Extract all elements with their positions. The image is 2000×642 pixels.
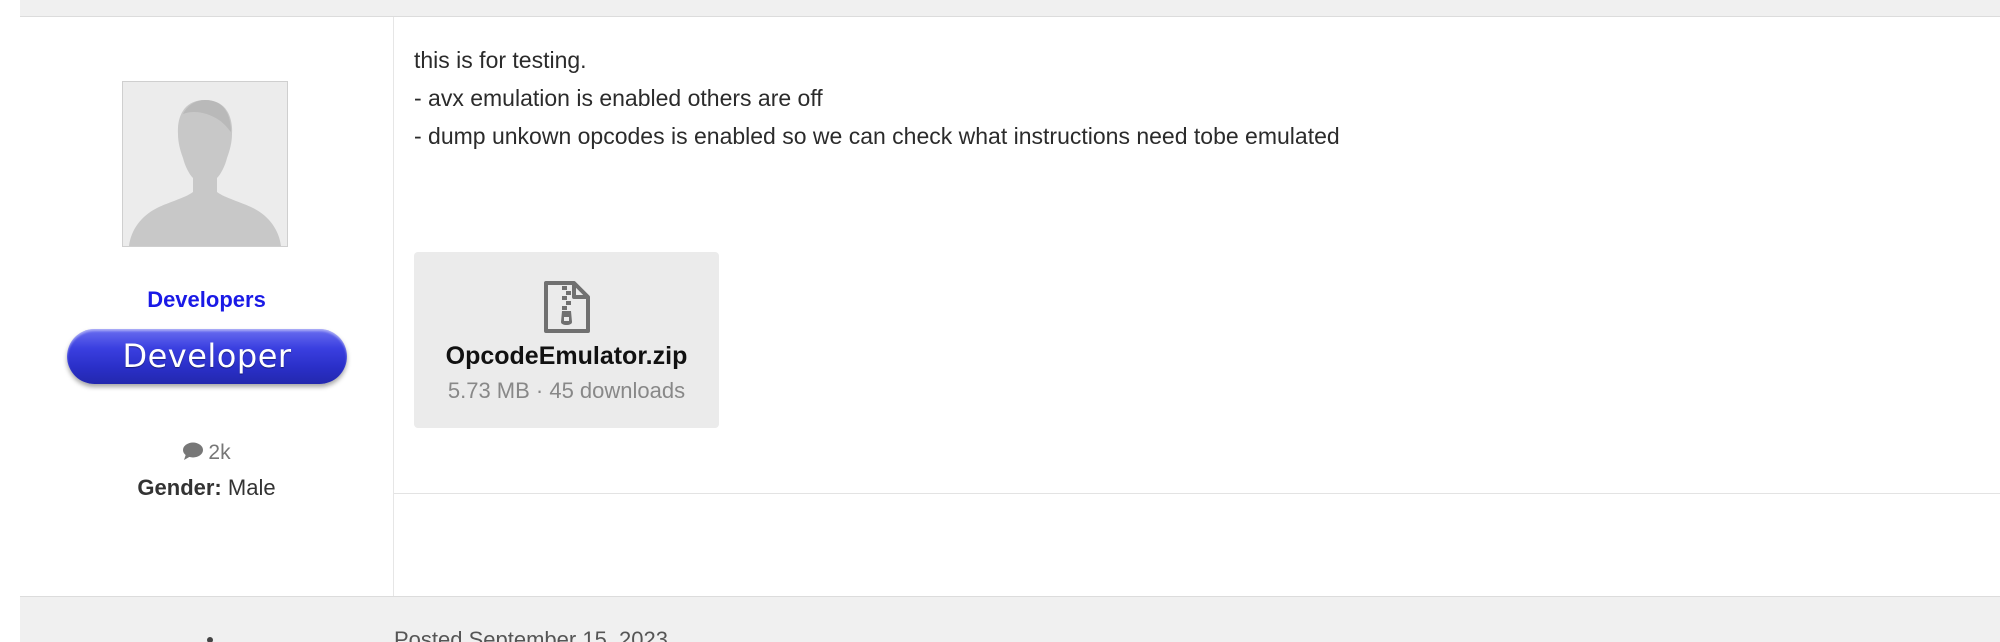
previous-post-footer bbox=[20, 0, 2000, 17]
post-divider bbox=[394, 493, 2000, 494]
gender-label: Gender: bbox=[137, 475, 222, 500]
gender-value: Male bbox=[227, 475, 276, 500]
default-avatar-icon bbox=[123, 82, 287, 246]
author-group-name[interactable]: Developers bbox=[20, 287, 393, 313]
post-body-line: - dump unkown opcodes is enabled so we c… bbox=[414, 123, 1340, 149]
post-body-line: this is for testing. bbox=[414, 47, 587, 73]
next-post-author-dot bbox=[207, 637, 213, 642]
avatar[interactable] bbox=[122, 81, 288, 247]
forum-post: Developers Developer 2k Gender: Male thi… bbox=[20, 17, 2000, 596]
comment-icon bbox=[182, 441, 204, 467]
author-panel: Developers Developer 2k Gender: Male bbox=[20, 17, 394, 596]
post-content: this is for testing. - avx emulation is … bbox=[394, 17, 2000, 596]
attachment-filename[interactable]: OpcodeEmulator.zip bbox=[414, 342, 719, 371]
attachment-card[interactable]: OpcodeEmulator.zip 5.73 MB · 45 download… bbox=[414, 252, 719, 428]
developer-badge: Developer bbox=[67, 329, 347, 384]
post-body: this is for testing. - avx emulation is … bbox=[414, 41, 1974, 155]
next-post: Posted September 15, 2023 bbox=[20, 596, 2000, 642]
post-count: 2k bbox=[20, 441, 393, 467]
next-post-date: Posted September 15, 2023 bbox=[394, 627, 668, 642]
attachment-meta: 5.73 MB · 45 downloads bbox=[447, 378, 686, 403]
zip-file-icon bbox=[542, 280, 592, 334]
post-count-value: 2k bbox=[208, 441, 231, 464]
post-body-line: - avx emulation is enabled others are of… bbox=[414, 85, 823, 111]
gender-field: Gender: Male bbox=[20, 475, 393, 501]
